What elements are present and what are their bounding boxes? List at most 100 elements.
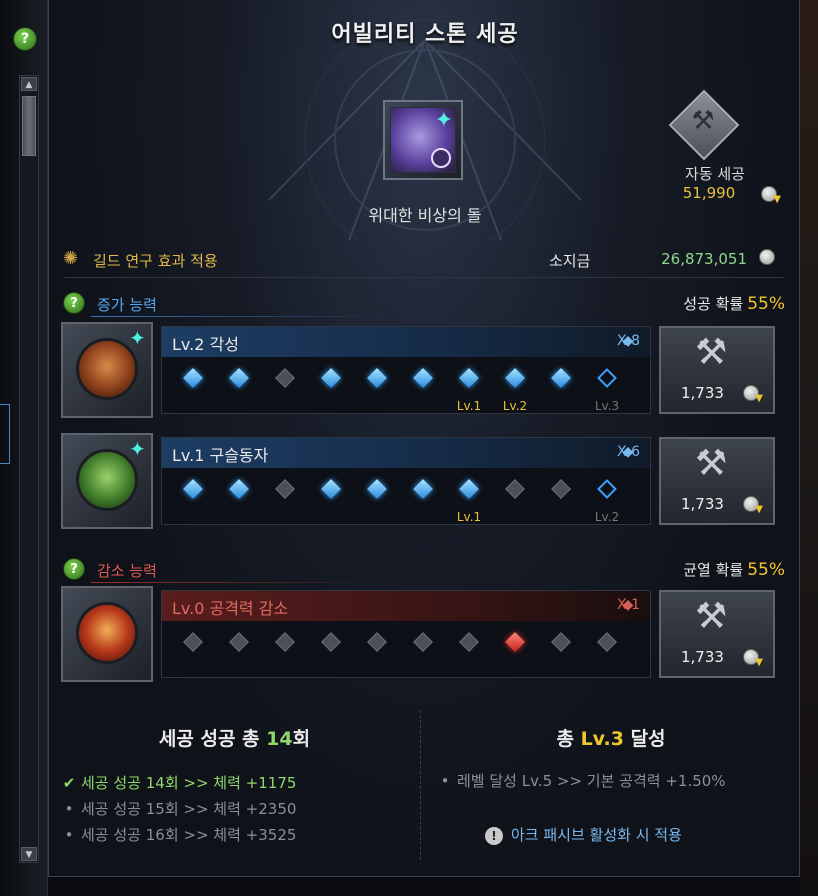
stone-name: 위대한 비상의 돌 <box>368 206 482 225</box>
gem-slot-fail-icon <box>550 631 572 653</box>
gear-icon <box>431 148 451 168</box>
success-bonus-item: ✔ 세공 성공 14회 >> 체력 +1175 <box>57 770 297 796</box>
engraving-icon-frame: ✦ <box>61 433 153 529</box>
scrollbar[interactable]: ▲ ▼ <box>19 75 39 863</box>
rune-icon: ✦ <box>129 437 146 461</box>
check-icon: ✔ <box>62 774 76 792</box>
gem-slot-fail-icon <box>458 631 480 653</box>
panel-title: 어빌리티 스톤 세공 <box>331 22 519 47</box>
gem-slot-fail-icon <box>412 631 434 653</box>
craft-cost: 1,733 <box>681 648 724 666</box>
info-row: ✺ 길드 연구 효과 적용 소지금 26,873,051 <box>63 240 785 278</box>
gem-slot-success-icon <box>458 367 480 389</box>
ability-box: Lv.0 공격력 감소 ◆ X 1 <box>161 590 651 678</box>
level-total-prefix: 총 <box>556 728 581 750</box>
level-milestone-label: Lv.2 <box>594 510 620 524</box>
level-milestone-label: Lv.3 <box>594 399 620 413</box>
craft-button[interactable]: ⚒ 1,733 ▼ <box>659 590 775 678</box>
scroll-thumb[interactable] <box>22 96 36 156</box>
gem-slot-fail-icon <box>274 478 296 500</box>
help-icon[interactable]: ? <box>63 292 85 314</box>
decrease-section-header: ? 감소 능력 균열 확률 55% <box>63 558 785 584</box>
ability-row-3: Lv.0 공격력 감소 ◆ X 1 ⚒ 1,733 ▼ <box>61 586 777 686</box>
help-icon[interactable]: ? <box>13 27 37 51</box>
craft-button[interactable]: ⚒ 1,733 ▼ <box>659 326 775 414</box>
success-bonus-text: 세공 성공 14회 >> 체력 +1175 <box>81 774 297 792</box>
panel-bottom-edge <box>48 876 800 896</box>
success-total-count: 14 <box>266 728 293 750</box>
gem-slot-fail-icon <box>596 631 618 653</box>
hammer-icon: ⚒ <box>695 596 728 637</box>
help-icon[interactable]: ? <box>63 558 85 580</box>
divider <box>91 316 391 317</box>
success-rate: 성공 확률 55% <box>683 293 785 314</box>
bullet: • <box>440 772 450 790</box>
notice-text: 아크 패시브 활성화 시 적용 <box>511 826 682 844</box>
bullet: • <box>64 826 74 844</box>
level-total-suffix: 달성 <box>623 728 666 750</box>
hammer-icon: ⚒ <box>691 106 715 136</box>
ability-name: Lv.2 각성 <box>172 335 239 354</box>
auto-craft-button[interactable]: ⚒ <box>667 88 740 161</box>
ability-name: Lv.0 공격력 감소 <box>172 599 289 618</box>
gem-slot-fail-icon <box>274 631 296 653</box>
success-bonus-text: 세공 성공 16회 >> 체력 +3525 <box>81 826 297 844</box>
engraving-icon-frame: ✦ <box>61 322 153 418</box>
guild-research-label: 길드 연구 효과 적용 <box>93 252 218 270</box>
gem-slot-success-icon <box>504 367 526 389</box>
blue-gem-icon: ◆ <box>622 444 634 460</box>
craft-cost: 1,733 <box>681 384 724 402</box>
gem-slot-fail-icon <box>550 478 572 500</box>
money-label: 소지금 <box>549 252 591 270</box>
level-total-value: Lv.3 <box>580 728 624 750</box>
success-bonus-text: 세공 성공 15회 >> 체력 +2350 <box>81 800 297 818</box>
ability-multiplier: ◆ X 6 <box>617 444 640 460</box>
gem-slot-success-icon <box>228 478 250 500</box>
crack-rate-value: 55% <box>747 560 785 580</box>
silver-coin-icon: ▼ <box>761 186 781 205</box>
success-total-prefix: 세공 성공 총 <box>158 728 267 750</box>
level-total-title: 총 Lv.3 달성 <box>421 724 801 751</box>
craft-button[interactable]: ⚒ 1,733 ▼ <box>659 437 775 525</box>
gem-slots: Lv.1 Lv.2 <box>182 478 642 524</box>
gem-slots <box>182 631 642 671</box>
ability-box: Lv.1 구슬동자 ◆ X 6 Lv.1 Lv.2 <box>161 437 651 525</box>
ability-box: Lv.2 각성 ◆ X 8 Lv.1 Lv.2 Lv.3 <box>161 326 651 414</box>
bullet: • <box>64 800 74 818</box>
gem-slot-success-icon <box>320 367 342 389</box>
gem-slot-success-icon <box>458 478 480 500</box>
stone-slot[interactable]: ✦ <box>383 100 463 180</box>
silver-coin-icon: ▼ <box>743 385 763 404</box>
gem-slot-fail-icon <box>228 631 250 653</box>
ability-multiplier: ◆ X 1 <box>617 597 640 613</box>
success-bonus-item: • 세공 성공 15회 >> 체력 +2350 <box>57 796 297 822</box>
rune-icon: ✦ <box>434 108 453 133</box>
gem-slot-success-icon <box>182 367 204 389</box>
gem-slot-success-icon <box>366 367 388 389</box>
gem-slot-empty-icon <box>596 367 618 389</box>
crack-rate: 균열 확률 55% <box>683 559 785 580</box>
level-bonus-item: • 레벨 달성 Lv.5 >> 기본 공격력 +1.50% <box>433 770 726 791</box>
ark-passive-notice: ! 아크 패시브 활성화 시 적용 <box>485 824 682 845</box>
gem-slot-success-icon <box>412 478 434 500</box>
ability-row-2: ✦ Lv.1 구슬동자 ◆ X 6 Lv.1 Lv.2 ⚒ 1,733 ▼ <box>61 433 777 533</box>
silver-coin-icon: ▼ <box>743 649 763 668</box>
divider <box>91 582 391 583</box>
success-bonus-list: ✔ 세공 성공 14회 >> 체력 +1175 • 세공 성공 15회 >> 체력 +… <box>57 770 297 848</box>
scroll-up-arrow-icon[interactable]: ▲ <box>21 77 37 91</box>
gem-slot-red-icon <box>504 631 526 653</box>
success-rate-label: 성공 확률 <box>683 295 744 313</box>
gem-slot-fail-icon <box>366 631 388 653</box>
ability-bar: Lv.1 구슬동자 ◆ X 6 <box>162 438 650 468</box>
decrease-title: 감소 능력 <box>97 562 157 580</box>
attack-reduction-icon <box>76 602 138 664</box>
gem-slots: Lv.1 Lv.2 Lv.3 <box>182 367 642 413</box>
gem-slot-fail-icon <box>274 367 296 389</box>
hammer-icon: ⚒ <box>695 443 728 484</box>
gem-slot-fail-icon <box>320 631 342 653</box>
ability-row-1: ✦ Lv.2 각성 ◆ X 8 Lv.1 Lv.2 Lv.3 ⚒ 1,733 ▼ <box>61 322 777 422</box>
summary-section: 세공 성공 총 14회 총 Lv.3 달성 ✔ 세공 성공 14회 >> 체력 +… <box>49 700 801 870</box>
auto-craft-label: 자동 세공 <box>685 165 745 183</box>
left-tab-indicator <box>0 404 10 464</box>
scroll-down-arrow-icon[interactable]: ▼ <box>21 847 37 861</box>
